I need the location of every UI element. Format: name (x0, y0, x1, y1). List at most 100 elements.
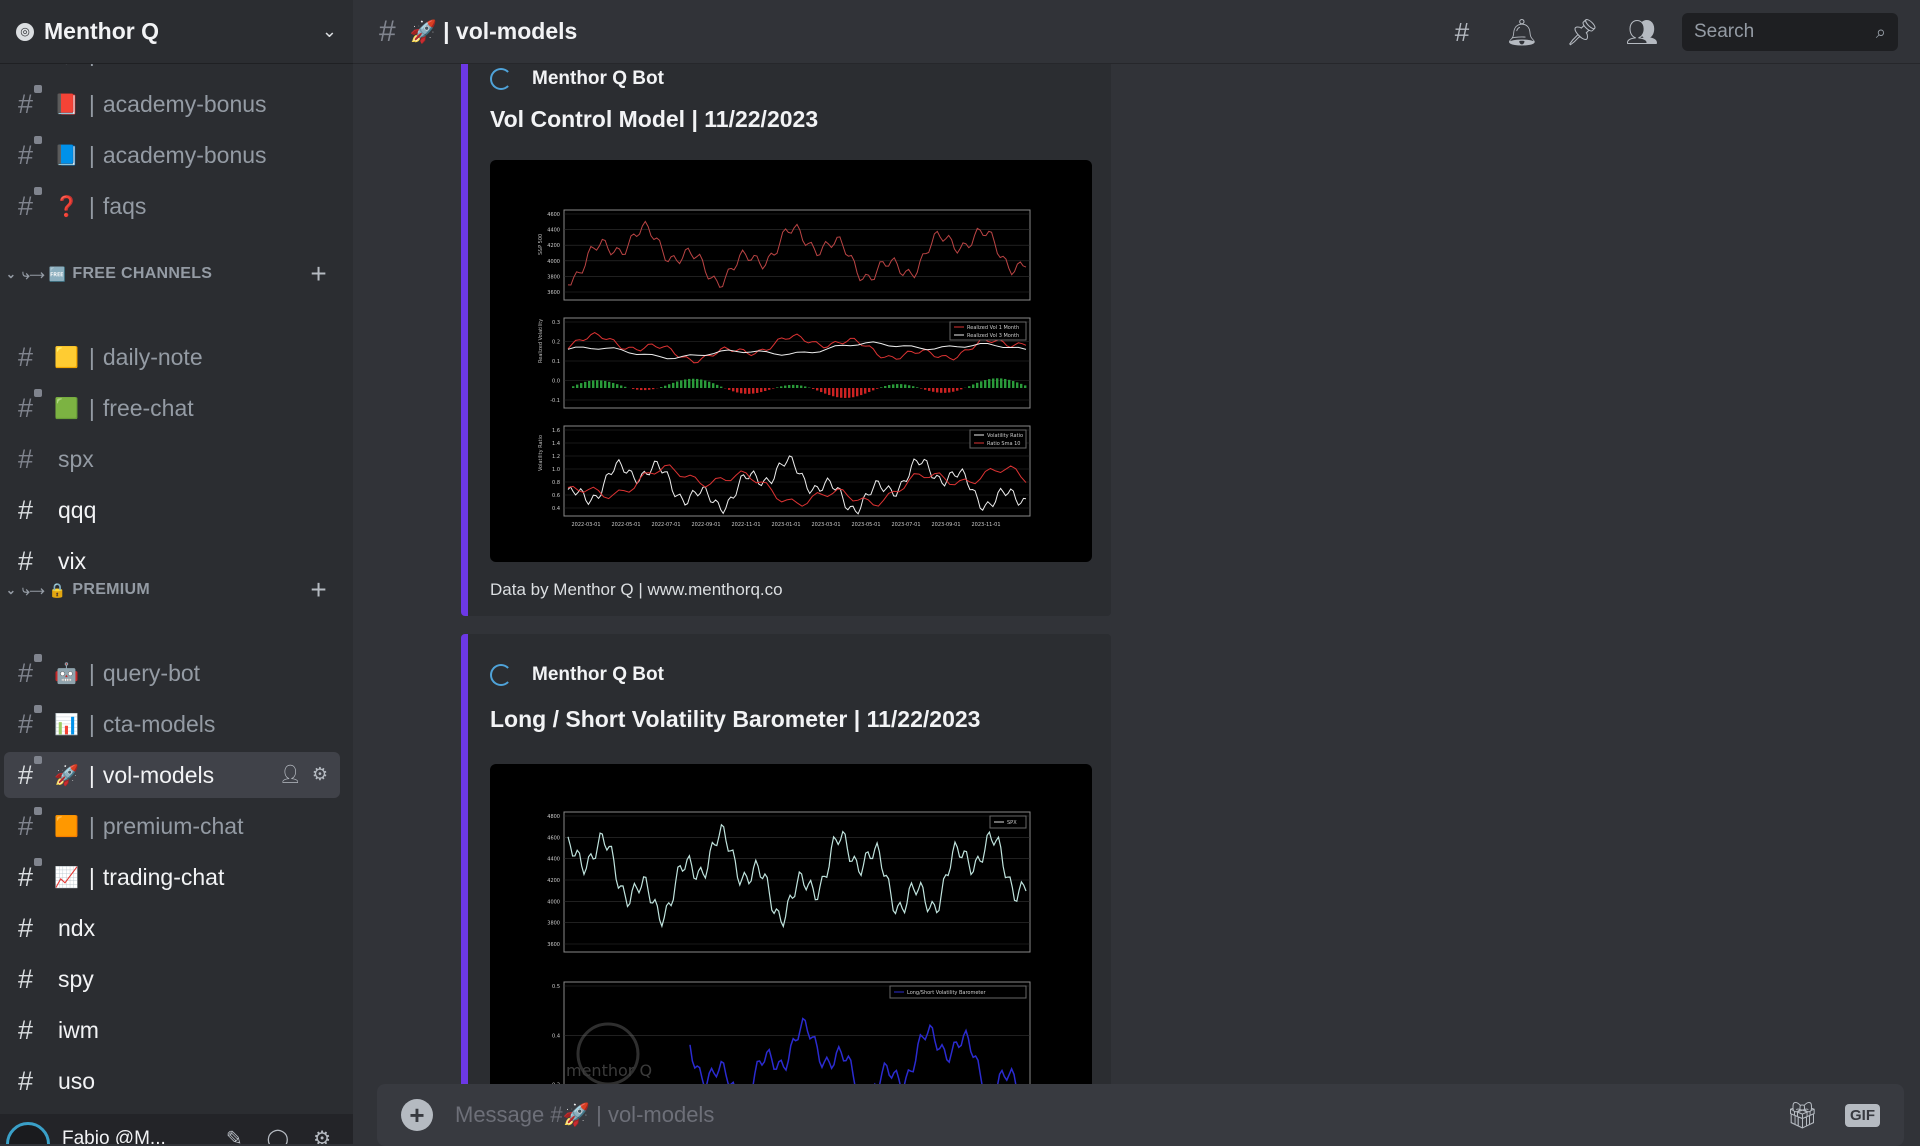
message-author[interactable]: Menthor Q Bot (532, 68, 664, 90)
sidebar-item-uso[interactable]: #uso (4, 1058, 340, 1104)
bar (580, 383, 582, 388)
bar (996, 378, 998, 388)
bar (888, 385, 890, 388)
user-name[interactable]: Fabio @M... (62, 1128, 166, 1144)
bar (764, 388, 766, 391)
channel-emoji: 🚀 (410, 19, 437, 45)
watermark-text: menthor Q (566, 1061, 652, 1080)
channel-settings-icon[interactable]: ⚙ (312, 764, 328, 785)
sidebar-item-trading-chat[interactable]: #📈|trading-chat (4, 854, 340, 900)
category-free-channels[interactable]: ⌄⤷⟶ 🆓FREE CHANNELS+ (0, 259, 353, 289)
bell-icon[interactable]: 🔔︎ (1502, 12, 1542, 52)
sidebar-item-daily-note[interactable]: #🟨|daily-note (4, 334, 340, 380)
bar (1000, 378, 1002, 388)
bar (812, 388, 814, 389)
x-tick-label: 2022-07-01 (651, 522, 680, 528)
chevron-down-icon[interactable]: ⌄ (322, 21, 337, 42)
threads-icon[interactable]: # (1442, 12, 1482, 52)
avatar[interactable] (6, 1122, 50, 1144)
bar (828, 388, 830, 395)
sidebar-item-cta-models[interactable]: #📊|cta-models (4, 701, 340, 747)
bar (860, 388, 862, 395)
sidebar-item-vix[interactable]: #vix (4, 538, 340, 584)
message-author[interactable]: Menthor Q Bot (532, 664, 664, 686)
bar (972, 384, 974, 388)
bar (1020, 384, 1022, 388)
embed-image-barometer[interactable]: 48004600440042004000380036000.50.40.30.2… (490, 764, 1092, 1084)
sidebar-item-ndx[interactable]: #ndx (4, 905, 340, 951)
add-channel-icon[interactable]: + (310, 258, 327, 290)
separator: | (89, 193, 95, 220)
x-tick-label: 2023-01-01 (771, 522, 800, 528)
sidebar-item-free-chat[interactable]: #🟩|free-chat (4, 385, 340, 431)
y-tick-label: 4000 (547, 259, 560, 265)
embed-image-vol-control[interactable]: 4600440042004000380036000.30.20.10.0-0.1… (490, 160, 1092, 562)
bar (584, 382, 586, 388)
bar (668, 384, 670, 388)
sidebar-item-academy-bonus[interactable]: #📘|academy-bonus (4, 132, 340, 178)
pin-icon[interactable]: 📌︎ (1562, 12, 1602, 52)
chevron-down-icon: ⌄ (0, 583, 22, 597)
bar (732, 388, 734, 391)
sidebar-item-spy[interactable]: #spy (4, 956, 340, 1002)
microphone-icon[interactable]: ✎ (226, 1126, 243, 1144)
gift-icon[interactable]: 🎁︎ (1786, 1100, 1819, 1131)
legend-item: Ratio Sma 10 (987, 441, 1021, 447)
sidebar-item-label: query-bot (103, 660, 200, 687)
headphones-icon[interactable]: ◯ (267, 1126, 289, 1144)
sidebar-item-query-bot[interactable]: #🤖|query-bot (4, 650, 340, 696)
server-header[interactable]: ◎ Menthor Q ⌄ (0, 0, 353, 64)
sidebar-item-premium-chat[interactable]: #🟧|premium-chat (4, 803, 340, 849)
bar (640, 388, 642, 390)
sidebar-item-spx[interactable]: #spx (4, 436, 340, 482)
bar (780, 386, 782, 388)
sidebar-item-faqs[interactable]: #❓|faqs (4, 183, 340, 229)
bot-message: Menthor Q Bot Long / Short Volatility Ba… (461, 634, 1111, 1084)
add-member-icon[interactable]: 👤︎ (279, 764, 302, 785)
sidebar-item-qqq[interactable]: #qqq (4, 487, 340, 533)
sidebar-item-label: ndx (58, 915, 95, 942)
members-icon[interactable]: 👥︎ (1622, 12, 1662, 52)
bar (664, 386, 666, 388)
bot-avatar-icon[interactable] (490, 664, 512, 686)
bar (1004, 379, 1006, 388)
add-attachment-button[interactable]: + (401, 1099, 433, 1131)
bar (716, 385, 718, 388)
channel-hash-icon: # (18, 1015, 48, 1046)
ylabel-vol-ratio: Volatility Ratio (538, 435, 544, 471)
gif-button[interactable]: GIF (1845, 1104, 1880, 1127)
bar (1008, 380, 1010, 388)
channel-emoji: 🤖 (54, 661, 79, 686)
channel-hash-icon: # (18, 393, 48, 424)
legend-item: Realized Vol 3 Month (967, 333, 1019, 339)
gear-icon[interactable]: ⚙ (313, 1126, 331, 1144)
bot-message: Menthor Q Bot Vol Control Model | 11/22/… (461, 64, 1111, 616)
search-input[interactable]: Search ⌕ (1682, 13, 1898, 51)
message-input[interactable]: Message #🚀 | vol-models (455, 1102, 1786, 1128)
channel-hash-icon: # (18, 1066, 48, 1097)
sidebar-item-iwm[interactable]: #iwm (4, 1007, 340, 1053)
bar (1012, 381, 1014, 388)
legend-realized-vol: Realized Vol 1 Month Realized Vol 3 Mont… (950, 322, 1026, 340)
sidebar-item-vol-models[interactable]: #🚀|vol-models👤︎⚙ (4, 752, 340, 798)
channel-hash-icon: # (379, 15, 396, 49)
bar (704, 380, 706, 388)
legend-item: Realized Vol 1 Month (967, 325, 1019, 331)
bar (968, 386, 970, 388)
bot-avatar-icon[interactable] (490, 68, 512, 90)
embed-footer: Data by Menthor Q | www.menthorq.co (490, 580, 783, 600)
chevron-down-icon: ⌄ (0, 267, 22, 281)
bar (648, 388, 650, 390)
bar (592, 380, 594, 388)
sidebar-item-academy-bonus[interactable]: #📕|academy-bonus (4, 81, 340, 127)
legend-spx: SPX (990, 816, 1026, 828)
bar (572, 386, 574, 388)
x-tick-label: 2022-09-01 (691, 522, 720, 528)
bar (960, 388, 962, 389)
bar (824, 388, 826, 394)
search-icon: ⌕ (1876, 22, 1886, 43)
bar (700, 380, 702, 388)
bar (936, 388, 938, 392)
sidebar-item-label: vol-models (103, 762, 214, 789)
legend-item: SPX (1007, 820, 1017, 826)
